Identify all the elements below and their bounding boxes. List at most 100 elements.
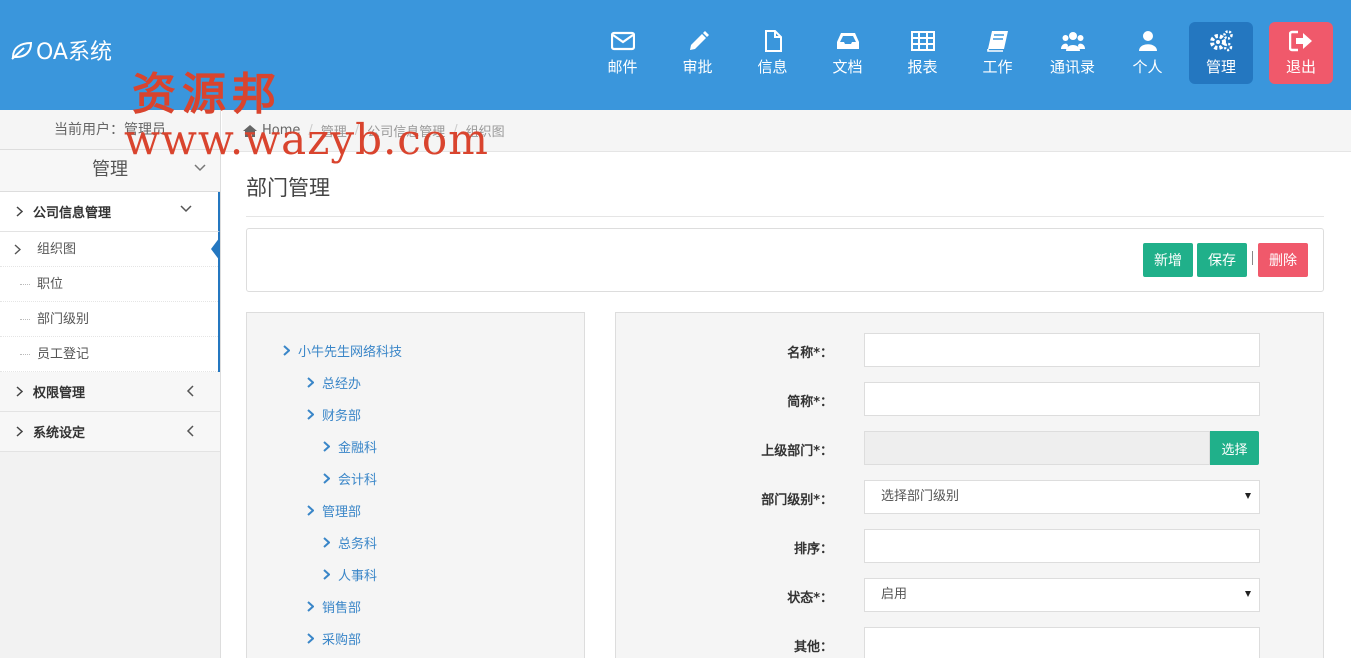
sidebar-item-label: 部门级别 xyxy=(37,312,90,327)
tree-node-label: 销售部 xyxy=(322,601,362,616)
nav-personal-label: 个人 xyxy=(1132,58,1163,76)
tree-node-label: 总务科 xyxy=(338,537,378,552)
sidebar-group-label: 公司信息管理 xyxy=(33,206,112,221)
tree-node-label: 财务部 xyxy=(322,409,362,424)
tree-node-label: 小牛先生网络科技 xyxy=(298,345,403,360)
app-logo[interactable]: OA系统 xyxy=(10,34,112,66)
form-row-short: 简称*： xyxy=(616,382,1325,416)
caret-down-icon xyxy=(1245,493,1251,499)
chevron-right-icon xyxy=(307,409,314,420)
file-icon xyxy=(760,29,786,53)
sidebar-item-label: 职位 xyxy=(37,277,64,292)
add-button[interactable]: 新增 xyxy=(1143,243,1193,277)
sidebar-item-dept-levels[interactable]: 部门级别 xyxy=(0,302,218,337)
chevron-right-icon xyxy=(283,345,290,356)
form-row-order: 排序： xyxy=(616,529,1325,563)
sidebar-group-permissions[interactable]: 权限管理 xyxy=(0,372,220,412)
nav-logout[interactable]: 退出 xyxy=(1269,22,1333,84)
dept-level-select[interactable]: 选择部门级别 xyxy=(864,480,1260,514)
page-title: 部门管理 xyxy=(246,176,330,200)
short-name-label: 简称*： xyxy=(787,395,833,410)
nav-report[interactable]: 报表 xyxy=(885,22,960,84)
short-name-input[interactable] xyxy=(864,382,1260,416)
chevron-right-icon xyxy=(307,633,314,644)
nav-admin[interactable]: 管理 xyxy=(1189,22,1253,84)
nav-info-label: 信息 xyxy=(757,58,788,76)
pencil-icon xyxy=(685,29,711,53)
form-row-status: 状态*： 启用 xyxy=(616,578,1325,612)
chevron-right-icon xyxy=(16,426,23,437)
dept-level-value: 选择部门级别 xyxy=(881,489,960,504)
nav-mail[interactable]: 邮件 xyxy=(585,22,660,84)
tree-node[interactable]: 人事科 xyxy=(323,565,377,584)
gears-icon xyxy=(1208,29,1234,53)
sidebar-group-system[interactable]: 系统设定 xyxy=(0,412,220,452)
nav-mail-label: 邮件 xyxy=(607,58,638,76)
book-icon xyxy=(985,29,1011,53)
sidebar-title-text: 管理 xyxy=(92,159,128,180)
caret-down-icon xyxy=(1245,591,1251,597)
chevron-down-icon xyxy=(194,164,206,172)
tree-node[interactable]: 总经办 xyxy=(307,373,361,392)
sidebar-group-company[interactable]: 公司信息管理 xyxy=(0,192,220,232)
sidebar-item-employee-register[interactable]: 员工登记 xyxy=(0,337,218,372)
chevron-left-icon xyxy=(186,385,194,397)
chevron-right-icon xyxy=(323,441,330,452)
watermark-text: 资源邦 xyxy=(132,69,282,120)
chevron-right-icon xyxy=(323,537,330,548)
nav-docs[interactable]: 文档 xyxy=(810,22,885,84)
chevron-down-icon xyxy=(180,205,192,213)
tree-node-label: 采购部 xyxy=(322,633,362,648)
inbox-icon xyxy=(835,29,861,53)
select-parent-button[interactable]: 选择 xyxy=(1210,431,1259,465)
dept-level-label: 部门级别*： xyxy=(761,493,833,508)
nav-approval[interactable]: 审批 xyxy=(660,22,735,84)
table-icon xyxy=(910,29,936,53)
tree-node-label: 管理部 xyxy=(322,505,362,520)
active-marker xyxy=(211,237,220,261)
nav-info[interactable]: 信息 xyxy=(735,22,810,84)
tree-node[interactable]: 管理部 xyxy=(307,501,361,520)
tree-node-label: 人事科 xyxy=(338,569,378,584)
tree-node[interactable]: 财务部 xyxy=(307,405,361,424)
save-button[interactable]: 保存 xyxy=(1197,243,1247,277)
other-input[interactable] xyxy=(864,627,1260,658)
status-label: 状态*： xyxy=(787,591,833,606)
sidebar-item-org-chart[interactable]: 组织图 xyxy=(0,232,220,267)
tree-node[interactable]: 总务科 xyxy=(323,533,377,552)
org-tree-panel: 小牛先生网络科技 总经办 财务部 金融科 会计科 管理部 总务科 人事科 销售部… xyxy=(246,312,585,658)
form-row-name: 名称*： xyxy=(616,333,1325,367)
tree-node[interactable]: 金融科 xyxy=(323,437,377,456)
sidebar-item-positions[interactable]: 职位 xyxy=(0,267,218,302)
app-title: OA系统 xyxy=(36,40,112,65)
chevron-right-icon xyxy=(307,505,314,516)
order-input[interactable] xyxy=(864,529,1260,563)
nav-report-label: 报表 xyxy=(907,58,938,76)
action-toolbar: 新增 保存 删除 xyxy=(246,228,1324,292)
tree-node[interactable]: 采购部 xyxy=(307,629,361,648)
nav-docs-label: 文档 xyxy=(832,58,863,76)
leaf-icon xyxy=(11,41,33,60)
form-row-level: 部门级别*： 选择部门级别 xyxy=(616,480,1325,514)
tree-node-label: 金融科 xyxy=(338,441,378,456)
nav-work[interactable]: 工作 xyxy=(960,22,1035,84)
status-value: 启用 xyxy=(881,587,908,602)
delete-button[interactable]: 删除 xyxy=(1258,243,1308,277)
nav-logout-label: 退出 xyxy=(1285,58,1316,76)
form-row-parent: 上级部门*： 选择 xyxy=(616,431,1325,465)
other-label: 其他： xyxy=(793,640,833,655)
nav-approval-label: 审批 xyxy=(682,58,713,76)
tree-node-root[interactable]: 小牛先生网络科技 xyxy=(283,341,402,360)
users-icon xyxy=(1060,29,1086,53)
tree-node[interactable]: 销售部 xyxy=(307,597,361,616)
nav-personal[interactable]: 个人 xyxy=(1110,22,1185,84)
chevron-right-icon xyxy=(323,569,330,580)
nav-contacts[interactable]: 通讯录 xyxy=(1035,22,1110,84)
nav-admin-label: 管理 xyxy=(1205,58,1236,76)
tree-node-label: 会计科 xyxy=(338,473,378,488)
name-input[interactable] xyxy=(864,333,1260,367)
chevron-right-icon xyxy=(307,601,314,612)
status-select[interactable]: 启用 xyxy=(864,578,1260,612)
tree-node[interactable]: 会计科 xyxy=(323,469,377,488)
name-label: 名称*： xyxy=(787,346,833,361)
